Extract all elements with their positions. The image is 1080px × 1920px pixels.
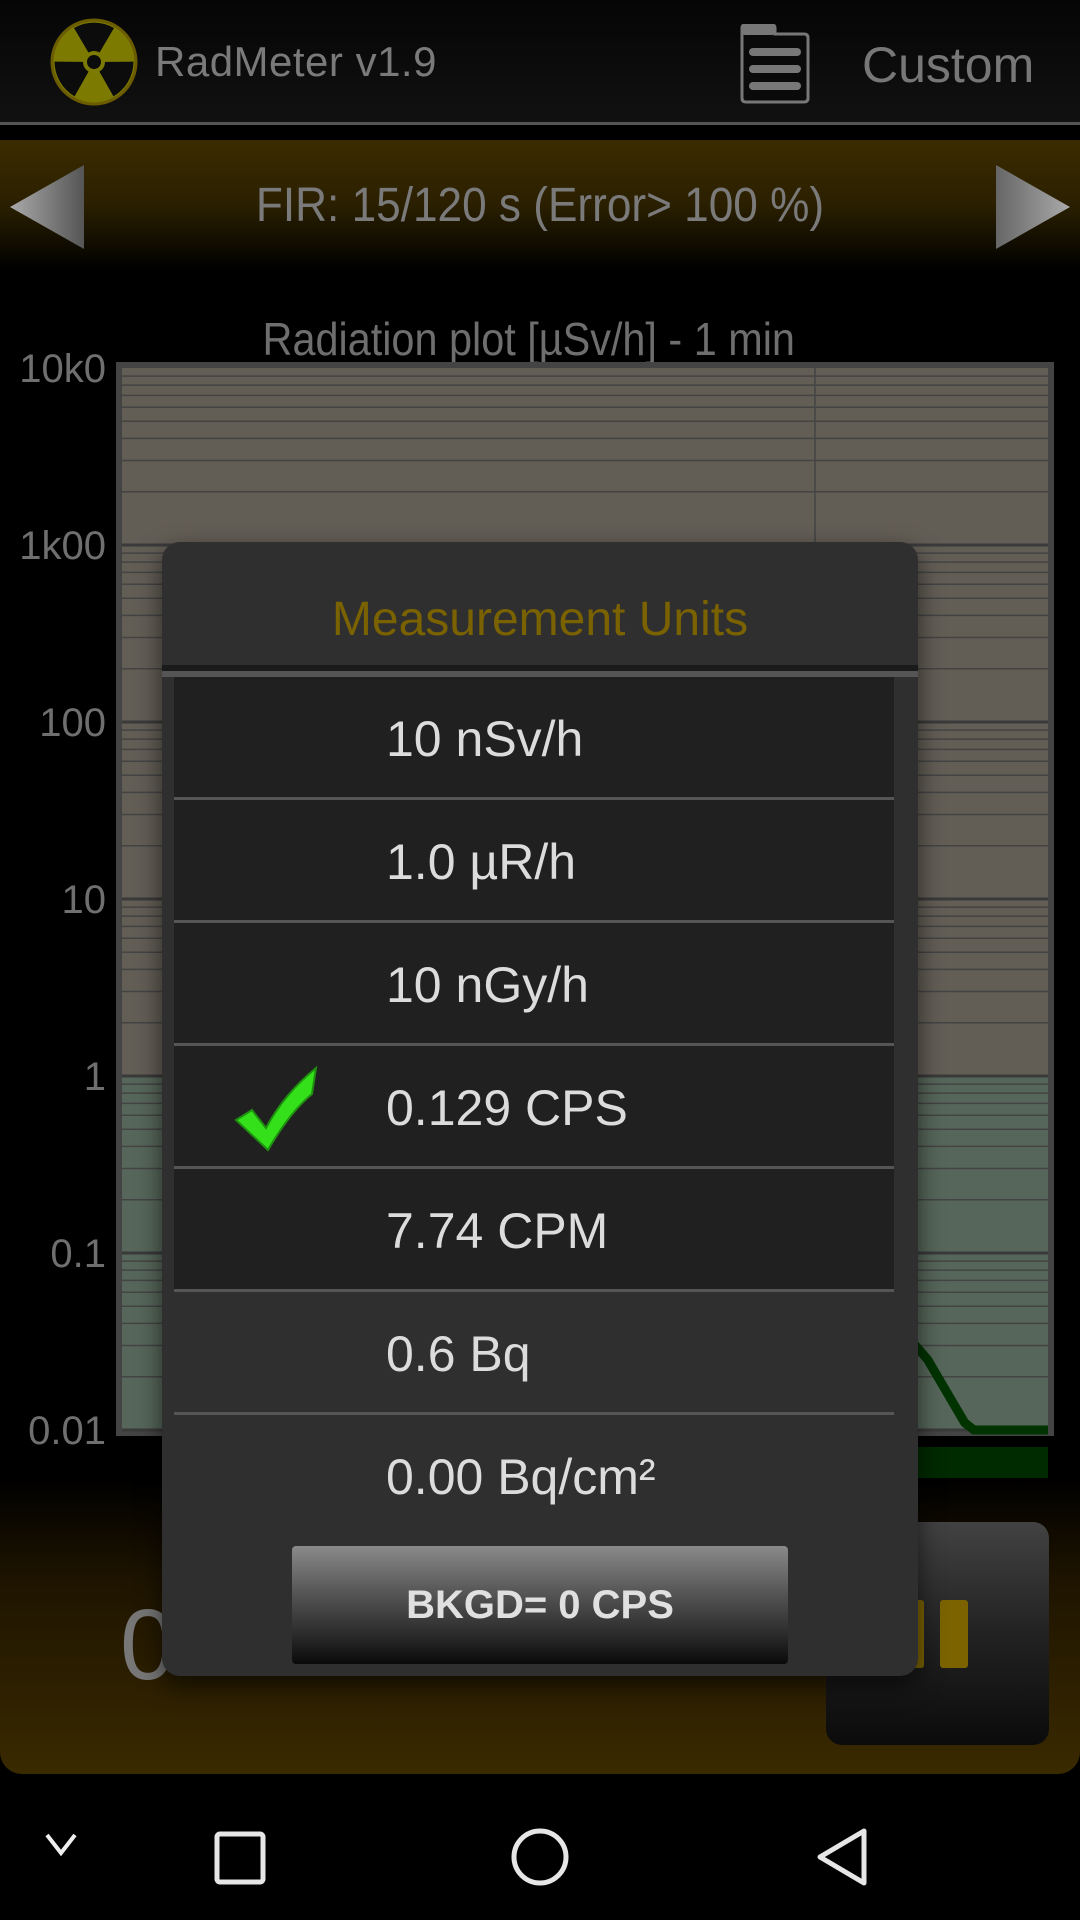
unit-option-label: 10 nGy/h <box>386 957 589 1013</box>
measurement-units-dialog: Measurement Units 10 nSv/h 1.0 µR/h 10 n… <box>162 542 918 1676</box>
unit-option-cpm[interactable]: 7.74 CPM <box>174 1169 894 1292</box>
unit-option-ngy[interactable]: 10 nGy/h <box>174 923 894 1046</box>
unit-option-label: 10 nSv/h <box>386 711 584 767</box>
unit-option-label: 1.0 µR/h <box>386 834 577 890</box>
unit-option-nsv[interactable]: 10 nSv/h <box>174 677 894 800</box>
unit-option-label: 0.129 CPS <box>386 1080 628 1136</box>
radiation-trefoil-icon[interactable] <box>50 18 138 106</box>
clipboard-menu-icon[interactable] <box>740 24 810 104</box>
dialog-title: Measurement Units <box>331 593 749 646</box>
unit-option-cps[interactable]: 0.129 CPS <box>174 1046 894 1169</box>
y-tick-label: 100 <box>39 701 106 745</box>
y-tick-label: 0.1 <box>50 1232 106 1276</box>
pause-icon-bar-right <box>940 1600 968 1668</box>
action-bar-divider <box>0 122 1080 125</box>
chevron-down-icon[interactable] <box>44 1829 78 1859</box>
unit-option-ur[interactable]: 1.0 µR/h <box>174 800 894 923</box>
unit-option-label: 7.74 CPM <box>386 1203 609 1259</box>
y-tick-label: 1k00 <box>19 524 106 568</box>
y-tick-label: 1 <box>84 1055 106 1099</box>
unit-option-label: 0.00 Bq/cm² <box>386 1449 656 1505</box>
y-tick-label: 10 <box>62 878 107 922</box>
background-button[interactable]: BKGD= 0 CPS <box>292 1546 788 1664</box>
unit-option-label: 0.6 Bq <box>386 1326 531 1382</box>
y-tick-label: 0.01 <box>28 1409 106 1453</box>
system-nav-bar <box>0 1775 1080 1920</box>
profile-selector[interactable]: Custom <box>862 36 1034 94</box>
unit-option-bq[interactable]: 0.6 Bq <box>174 1292 894 1415</box>
checkmark-icon <box>234 1065 318 1152</box>
back-triangle-icon[interactable] <box>812 1827 872 1887</box>
triangle-right-icon[interactable] <box>992 163 1072 251</box>
home-circle-icon[interactable] <box>510 1827 570 1887</box>
filter-status: FIR: 15/120 s (Error> 100 %) <box>255 179 825 232</box>
app-title: RadMeter v1.9 <box>155 38 437 85</box>
y-tick-label: 10k0 <box>19 347 106 391</box>
unit-options-list: 10 nSv/h 1.0 µR/h 10 nGy/h 0.129 CPS 7.7… <box>174 677 894 1535</box>
unit-option-bq-cm2[interactable]: 0.00 Bq/cm² <box>174 1415 894 1535</box>
recents-square-icon[interactable] <box>214 1831 266 1885</box>
